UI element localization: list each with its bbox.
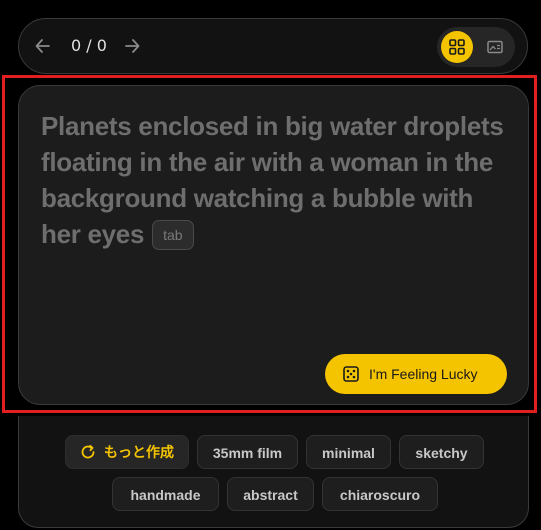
grid-view-button[interactable] [441, 31, 473, 63]
refresh-icon [80, 444, 96, 460]
grid-view-icon [448, 38, 466, 56]
app-root: 0 / 0 Planets enclosed in big water drop… [0, 0, 541, 530]
dice-icon [343, 366, 359, 382]
style-chip[interactable]: handmade [112, 477, 219, 511]
style-chips-panel: もっと作成 35mm film minimal sketchy handmade… [18, 416, 529, 528]
card-view-button[interactable] [481, 33, 509, 61]
style-chip[interactable]: chiaroscuro [322, 477, 438, 511]
style-chip[interactable]: abstract [227, 477, 314, 511]
top-navigation-bar: 0 / 0 [18, 18, 528, 74]
arrow-left-icon[interactable] [31, 34, 55, 58]
more-suggestions-button[interactable]: もっと作成 [65, 435, 189, 469]
style-chip[interactable]: minimal [306, 435, 391, 469]
prompt-text: Planets enclosed in big water droplets f… [41, 111, 504, 249]
feeling-lucky-label: I'm Feeling Lucky [369, 366, 478, 382]
arrow-right-icon[interactable] [120, 34, 144, 58]
style-chip[interactable]: sketchy [399, 435, 484, 469]
feeling-lucky-button[interactable]: I'm Feeling Lucky [325, 354, 507, 394]
result-counter: 0 / 0 [71, 36, 107, 55]
prompt-card[interactable]: Planets enclosed in big water droplets f… [18, 85, 529, 405]
card-view-icon [486, 38, 504, 56]
view-mode-toggle [437, 27, 515, 67]
tab-hint-chip: tab [152, 220, 194, 250]
prompt-textarea[interactable]: Planets enclosed in big water droplets f… [41, 108, 511, 252]
more-suggestions-label: もっと作成 [104, 444, 174, 460]
style-chip[interactable]: 35mm film [197, 435, 298, 469]
